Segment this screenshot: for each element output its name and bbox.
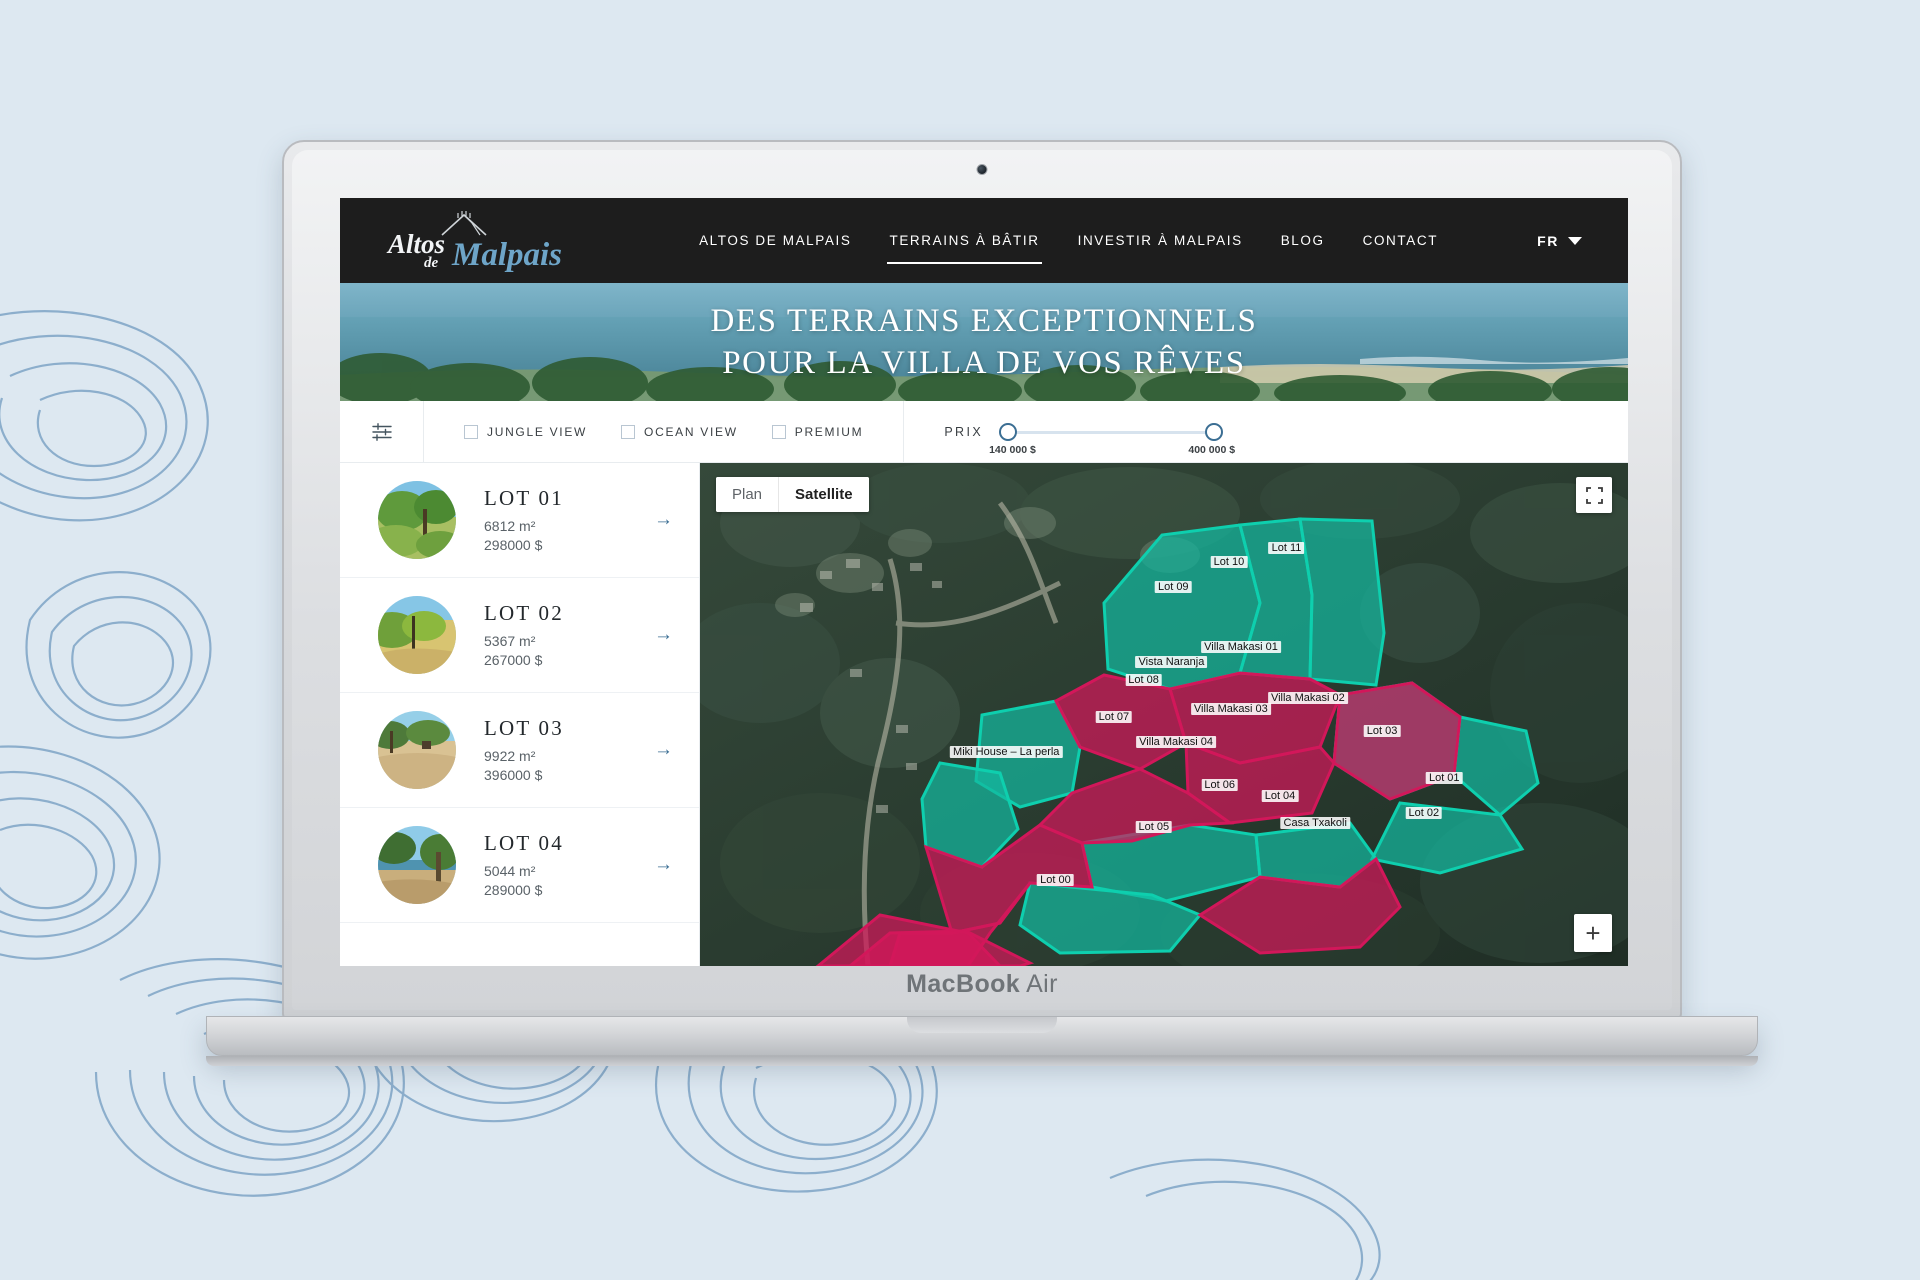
lot-list[interactable]: LOT 01 6812 m² 298000 $ → LOT 02 5367 m²… — [340, 463, 700, 966]
lot-title: LOT 02 — [484, 600, 564, 625]
main-navigation[interactable]: ALTOS DE MALPAIS TERRAINS À BÂTIR INVEST… — [600, 203, 1537, 278]
nav-item-blog[interactable]: BLOG — [1279, 203, 1327, 278]
nav-item-contact[interactable]: CONTACT — [1361, 203, 1440, 278]
list-item[interactable]: LOT 03 9922 m² 396000 $ → — [340, 693, 699, 808]
map-type-plan-button[interactable]: Plan — [716, 477, 780, 512]
laptop-base-foot — [206, 1056, 1758, 1066]
svg-text:Malpais: Malpais — [451, 237, 562, 273]
checkbox-box-jungle-view[interactable] — [464, 424, 478, 439]
list-item[interactable]: LOT 02 5367 m² 267000 $ → — [340, 578, 699, 693]
checkbox-label-jungle-view: JUNGLE VIEW — [487, 424, 588, 439]
filter-bar: JUNGLE VIEW OCEAN VIEW PREMIUM PRIX 140 … — [340, 401, 1628, 463]
lot-thumbnail — [378, 711, 456, 789]
map-type-satellite-button[interactable]: Satellite — [779, 477, 869, 512]
lot-title: LOT 03 — [484, 715, 564, 740]
checkbox-label-premium: PREMIUM — [794, 424, 864, 439]
price-max-label: 400 000 $ — [1188, 443, 1236, 456]
laptop-mockup: Altos de Malpais ALTOS DE MALPAIS TERRAI… — [206, 140, 1758, 1140]
hero-title-line1: DES TERRAINS EXCEPTIONNELS — [710, 302, 1258, 339]
map-zoom-in-button[interactable]: + — [1574, 914, 1612, 952]
lot-price: 267000 $ — [484, 651, 543, 668]
browser-viewport: Altos de Malpais ALTOS DE MALPAIS TERRAI… — [340, 198, 1628, 966]
lot-area: 5044 m² — [484, 862, 536, 879]
svg-text:de: de — [424, 255, 439, 271]
list-item[interactable]: LOT 04 5044 m² 289000 $ → — [340, 808, 699, 923]
price-range-slider[interactable]: 140 000 $ 400 000 $ — [989, 417, 1235, 456]
slider-track[interactable] — [1003, 430, 1220, 434]
lot-area: 5367 m² — [484, 632, 536, 649]
site-header: Altos de Malpais ALTOS DE MALPAIS TERRAI… — [340, 198, 1628, 283]
main-content: LOT 01 6812 m² 298000 $ → LOT 02 5367 m²… — [340, 463, 1628, 966]
checkbox-jungle-view[interactable]: JUNGLE VIEW — [464, 424, 588, 439]
fullscreen-icon — [1585, 486, 1603, 504]
checkbox-ocean-view[interactable]: OCEAN VIEW — [621, 424, 738, 439]
laptop-lid: Altos de Malpais ALTOS DE MALPAIS TERRAI… — [282, 140, 1682, 1020]
parcel-map[interactable]: Plan Satellite + Lot 11 Lot 10 Lot 09 Vi… — [700, 463, 1628, 966]
slider-handle-min[interactable] — [999, 422, 1018, 441]
lot-info: LOT 02 5367 m² 267000 $ — [484, 601, 654, 670]
device-brand-label: MacBook Air — [282, 970, 1682, 999]
laptop-base — [206, 1016, 1758, 1056]
lot-title: LOT 04 — [484, 830, 564, 855]
hero-banner: DES TERRAINS EXCEPTIONNELS POUR LA VILLA… — [340, 283, 1628, 401]
laptop-base-notch — [907, 1017, 1057, 1033]
checkbox-box-ocean-view[interactable] — [621, 424, 636, 439]
chevron-down-icon — [1568, 236, 1582, 245]
nav-item-altos-de-malpais[interactable]: ALTOS DE MALPAIS — [697, 203, 853, 278]
device-brand-light: Air — [1026, 970, 1058, 998]
webcam-icon — [976, 164, 988, 175]
checkbox-box-premium[interactable] — [771, 424, 786, 439]
lot-info: LOT 01 6812 m² 298000 $ — [484, 486, 654, 555]
plus-icon: + — [1585, 918, 1601, 948]
lot-thumbnail — [378, 826, 456, 904]
checkbox-label-ocean-view: OCEAN VIEW — [644, 424, 738, 439]
price-min-label: 140 000 $ — [989, 443, 1036, 456]
slider-handle-max[interactable] — [1205, 422, 1224, 441]
device-brand-bold: MacBook — [906, 970, 1021, 998]
price-filter: PRIX 140 000 $ 400 000 $ — [904, 417, 1235, 456]
lot-price: 298000 $ — [484, 536, 543, 553]
nav-item-terrains-a-batir[interactable]: TERRAINS À BÂTIR — [887, 203, 1042, 278]
arrow-right-icon[interactable]: → — [654, 854, 673, 876]
lot-area: 9922 m² — [484, 747, 536, 764]
hero-title-line2: POUR LA VILLA DE VOS RÊVES — [722, 345, 1246, 381]
lot-thumbnail — [378, 481, 456, 559]
map-fullscreen-button[interactable] — [1576, 477, 1612, 513]
lot-price: 396000 $ — [484, 766, 543, 783]
lot-title: LOT 01 — [484, 485, 564, 510]
language-selector[interactable]: FR — [1537, 233, 1582, 249]
lot-info: LOT 03 9922 m² 396000 $ — [484, 716, 654, 785]
sliders-icon — [371, 422, 392, 441]
arrow-right-icon[interactable]: → — [654, 739, 673, 761]
site-logo[interactable]: Altos de Malpais — [380, 209, 570, 273]
list-item[interactable]: LOT 01 6812 m² 298000 $ → — [340, 463, 699, 578]
map-type-control[interactable]: Plan Satellite — [716, 477, 869, 512]
lot-thumbnail — [378, 596, 456, 674]
checkbox-premium[interactable]: PREMIUM — [771, 424, 864, 439]
hero-title: DES TERRAINS EXCEPTIONNELS POUR LA VILLA… — [710, 300, 1257, 384]
filter-checkbox-group: JUNGLE VIEW OCEAN VIEW PREMIUM — [424, 401, 863, 462]
satellite-imagery — [700, 463, 1628, 966]
lot-price: 289000 $ — [484, 881, 543, 898]
nav-item-investir-a-malpais[interactable]: INVESTIR À MALPAIS — [1076, 203, 1245, 278]
language-current: FR — [1537, 232, 1559, 249]
filter-toggle-button[interactable] — [340, 401, 424, 462]
arrow-right-icon[interactable]: → — [654, 509, 673, 531]
lot-area: 6812 m² — [484, 517, 536, 534]
parcel-lot-11 — [1298, 517, 1386, 687]
price-filter-label: PRIX — [944, 424, 984, 439]
arrow-right-icon[interactable]: → — [654, 624, 673, 646]
lot-info: LOT 04 5044 m² 289000 $ — [484, 831, 654, 900]
